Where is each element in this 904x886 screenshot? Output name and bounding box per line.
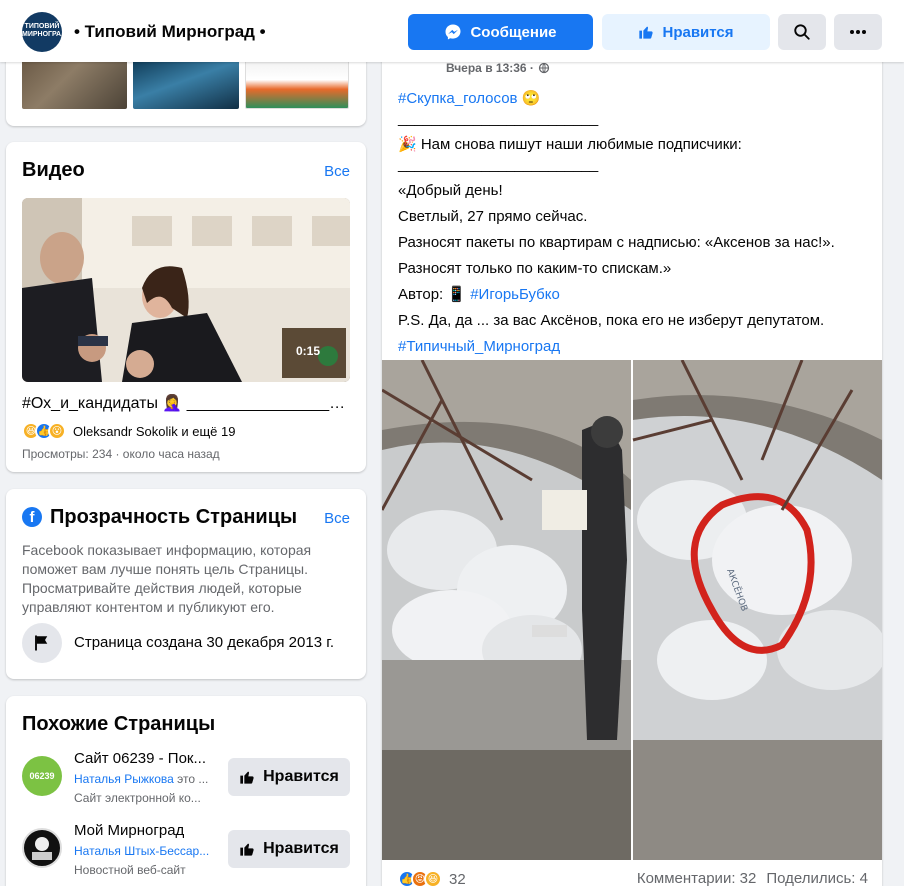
author-prefix: Автор: 📱 xyxy=(398,286,471,303)
page-name[interactable]: • Типовий Мирноград • xyxy=(74,22,266,42)
globe-icon xyxy=(538,62,550,74)
wow-reaction-icon: 😮 xyxy=(48,422,66,440)
similar-page-mutual: Наталья Рыжкова это ... xyxy=(74,772,219,786)
search-button[interactable] xyxy=(778,14,826,50)
mutual-suffix: это ... xyxy=(173,772,209,786)
video-reactions-text: Oleksandr Sokolik и ещё 19 xyxy=(73,423,236,439)
avatar-graphic xyxy=(32,837,52,860)
post-reactions[interactable]: 👍 😡 😆 32 xyxy=(398,870,466,886)
photo-thumbnail[interactable] xyxy=(22,60,127,109)
search-icon xyxy=(794,24,810,40)
post-card: Вчера в 13:36 · #Скупка_голосов 🙄 ______… xyxy=(382,40,882,886)
similar-page-name[interactable]: Сайт 06239 - Пок... xyxy=(74,750,219,767)
logo-text: ТИПОВИЙ МИРНОГРАД xyxy=(22,23,67,38)
post-line: «Добрый день! xyxy=(398,182,503,199)
similar-page-item: Мой Мирноград Наталья Штых-Бессар... Нов… xyxy=(22,822,352,882)
video-see-all-link[interactable]: Все xyxy=(324,163,350,180)
flag-icon xyxy=(22,623,62,663)
thumbs-up-icon xyxy=(240,843,254,856)
author-hashtag-link[interactable]: #ИгорьБубко xyxy=(470,286,560,303)
transparency-see-all-link[interactable]: Все xyxy=(324,510,350,527)
post-line: Светлый, 27 прямо сейчас. xyxy=(398,208,588,225)
message-button[interactable]: Сообщение xyxy=(408,14,593,50)
reaction-count: 32 xyxy=(449,870,466,886)
similar-pages-title: Похожие Страницы xyxy=(22,713,216,735)
post-author-line: Автор: 📱 #ИгорьБубко xyxy=(398,282,868,308)
like-similar-label: Нравится xyxy=(263,840,339,857)
video-views: Просмотры: 234 · около часа назад xyxy=(22,447,220,461)
thumbs-up-icon xyxy=(240,771,254,784)
shares-count[interactable]: Поделились: 4 xyxy=(766,870,868,886)
video-duration: 0:15 xyxy=(295,344,320,358)
similar-pages-card: Похожие Страницы 06239 Сайт 06239 - Пок.… xyxy=(6,696,366,886)
like-page-button[interactable]: Нравится xyxy=(602,14,770,50)
hashtag-link[interactable]: #Скупка_голосов 🙄 xyxy=(398,90,540,107)
video-section-title: Видео xyxy=(22,159,85,181)
post-footer: 👍 😡 😆 32 Комментарии: 32 Поделились: 4 xyxy=(398,870,868,886)
video-card: Видео Все 0:15 #Ох_и_кандидаты 🤦‍♀️ ____… xyxy=(6,142,366,472)
transparency-title: Прозрачность Страницы xyxy=(50,506,298,528)
transparency-description: Facebook показывает информацию, которая … xyxy=(22,542,312,615)
page-header: ТИПОВИЙ МИРНОГРАД • Типовий Мирноград • … xyxy=(0,0,904,62)
photo-thumbnail[interactable] xyxy=(245,60,349,109)
page-created-date: Страница создана 30 декабря 2013 г. xyxy=(74,634,335,651)
similar-page-mutual: Наталья Штых-Бессар... xyxy=(74,844,219,858)
more-button[interactable] xyxy=(834,14,882,50)
message-label: Сообщение xyxy=(470,23,557,41)
similar-page-category: Новостной веб-сайт xyxy=(74,863,186,877)
similar-page-name[interactable]: Мой Мирноград xyxy=(74,822,219,839)
video-reactions[interactable]: 😆 👍 😮 Oleksandr Sokolik и ещё 19 xyxy=(22,422,235,440)
mutual-friend-link[interactable]: Наталья Штых-Бессар... xyxy=(74,844,209,858)
post-text: #Скупка_голосов 🙄 ______________________… xyxy=(398,86,868,360)
separator-line: ________________________ xyxy=(398,110,599,127)
more-icon xyxy=(850,30,866,34)
post-intro: 🎉 Нам снова пишут наши любимые подписчик… xyxy=(398,136,742,153)
facebook-icon: f xyxy=(22,507,42,527)
post-line: Разносят пакеты по квартирам с надписью:… xyxy=(398,234,835,251)
video-thumbnail[interactable]: 0:15 xyxy=(22,198,350,382)
separator-line: ________________________ xyxy=(398,156,599,173)
comments-count[interactable]: Комментарии: 32 xyxy=(637,870,757,886)
like-similar-label: Нравится xyxy=(263,768,339,785)
post-timestamp[interactable]: Вчера в 13:36 · xyxy=(446,61,550,75)
avatar-text: 06239 xyxy=(29,771,55,781)
similar-page-avatar[interactable] xyxy=(22,828,62,868)
post-ps: P.S. Да, да ... за вас Аксёнов, пока его… xyxy=(398,312,825,329)
similar-page-avatar[interactable]: 06239 xyxy=(22,756,62,796)
video-caption[interactable]: #Ох_и_кандидаты 🤦‍♀️ ___________________… xyxy=(22,393,352,413)
thumbs-up-icon xyxy=(639,26,654,39)
hashtag-link[interactable]: #Типичный_Мирноград xyxy=(398,338,560,355)
page-logo[interactable]: ТИПОВИЙ МИРНОГРАД xyxy=(22,12,66,52)
haha-reaction-icon: 😆 xyxy=(424,870,442,886)
post-line: Разносят только по каким-то спискам.» xyxy=(398,260,672,277)
post-time-text: Вчера в 13:36 · xyxy=(446,61,534,75)
page-transparency-card: f Прозрачность Страницы Все Facebook пок… xyxy=(6,489,366,679)
like-similar-page-button[interactable]: Нравится xyxy=(228,830,350,868)
similar-page-category: Сайт электронной ко... xyxy=(74,791,201,805)
messenger-icon xyxy=(445,24,461,40)
like-similar-page-button[interactable]: Нравится xyxy=(228,758,350,796)
similar-page-item: 06239 Сайт 06239 - Пок... Наталья Рыжков… xyxy=(22,750,352,810)
post-photo[interactable]: АКСЁНОВ xyxy=(382,359,882,860)
post-photo-collage: АКСЁНОВ xyxy=(382,359,882,860)
photo-thumbnail[interactable] xyxy=(133,60,239,109)
mutual-friend-link[interactable]: Наталья Рыжкова xyxy=(74,772,174,786)
like-label: Нравится xyxy=(662,23,734,41)
